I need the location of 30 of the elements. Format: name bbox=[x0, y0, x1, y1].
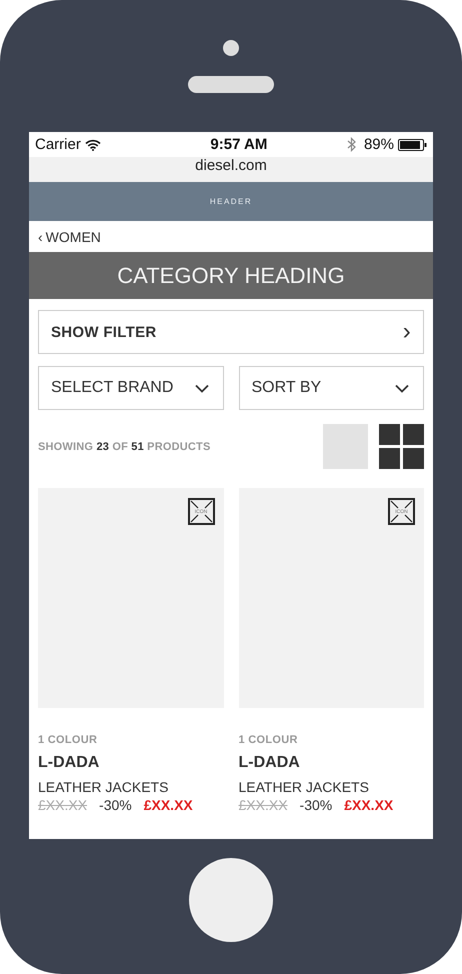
dropdown[interactable]: SELECT BRAND bbox=[38, 366, 224, 410]
product-name[interactable]: L-DADA bbox=[238, 754, 424, 772]
category-heading: CATEGORY HEADING bbox=[117, 262, 345, 288]
colour-count: 1 COLOUR bbox=[238, 734, 299, 746]
sale-price: £XX.XX bbox=[144, 797, 193, 813]
camera-dot bbox=[223, 40, 239, 56]
battery-percentage: 89% bbox=[364, 136, 394, 153]
sale-price: £XX.XX bbox=[344, 797, 394, 813]
grid-view-button[interactable] bbox=[379, 424, 424, 469]
header-label: HEADER bbox=[210, 197, 252, 206]
url-address[interactable]: diesel.com bbox=[195, 157, 267, 174]
chevron-down-icon bbox=[395, 384, 409, 392]
dropdown[interactable]: SORT BY bbox=[238, 366, 424, 410]
product-name[interactable]: L-DADA bbox=[38, 754, 224, 772]
chevron-down-icon bbox=[194, 384, 208, 392]
results-count: SHOWING 23 OF 51 PRODUCTS bbox=[38, 440, 211, 452]
original-price: £XX.XX bbox=[238, 797, 288, 813]
product-category: LEATHER JACKETS bbox=[38, 779, 170, 795]
discount: -30% bbox=[300, 797, 332, 813]
discount: -30% bbox=[99, 797, 132, 813]
show-filter-button[interactable]: SHOW FILTER › bbox=[38, 310, 424, 354]
battery-icon bbox=[398, 138, 427, 150]
bluetooth-icon bbox=[346, 137, 356, 152]
back-link[interactable]: ‹ WOMEN bbox=[38, 228, 101, 244]
carrier-label: Carrier bbox=[35, 136, 81, 153]
wifi-icon bbox=[84, 138, 101, 150]
clock: 9:57 AM bbox=[210, 136, 268, 153]
colour-count: 1 COLOUR bbox=[38, 734, 98, 746]
product-category: LEATHER JACKETS bbox=[238, 779, 370, 795]
original-price: £XX.XX bbox=[38, 797, 88, 813]
